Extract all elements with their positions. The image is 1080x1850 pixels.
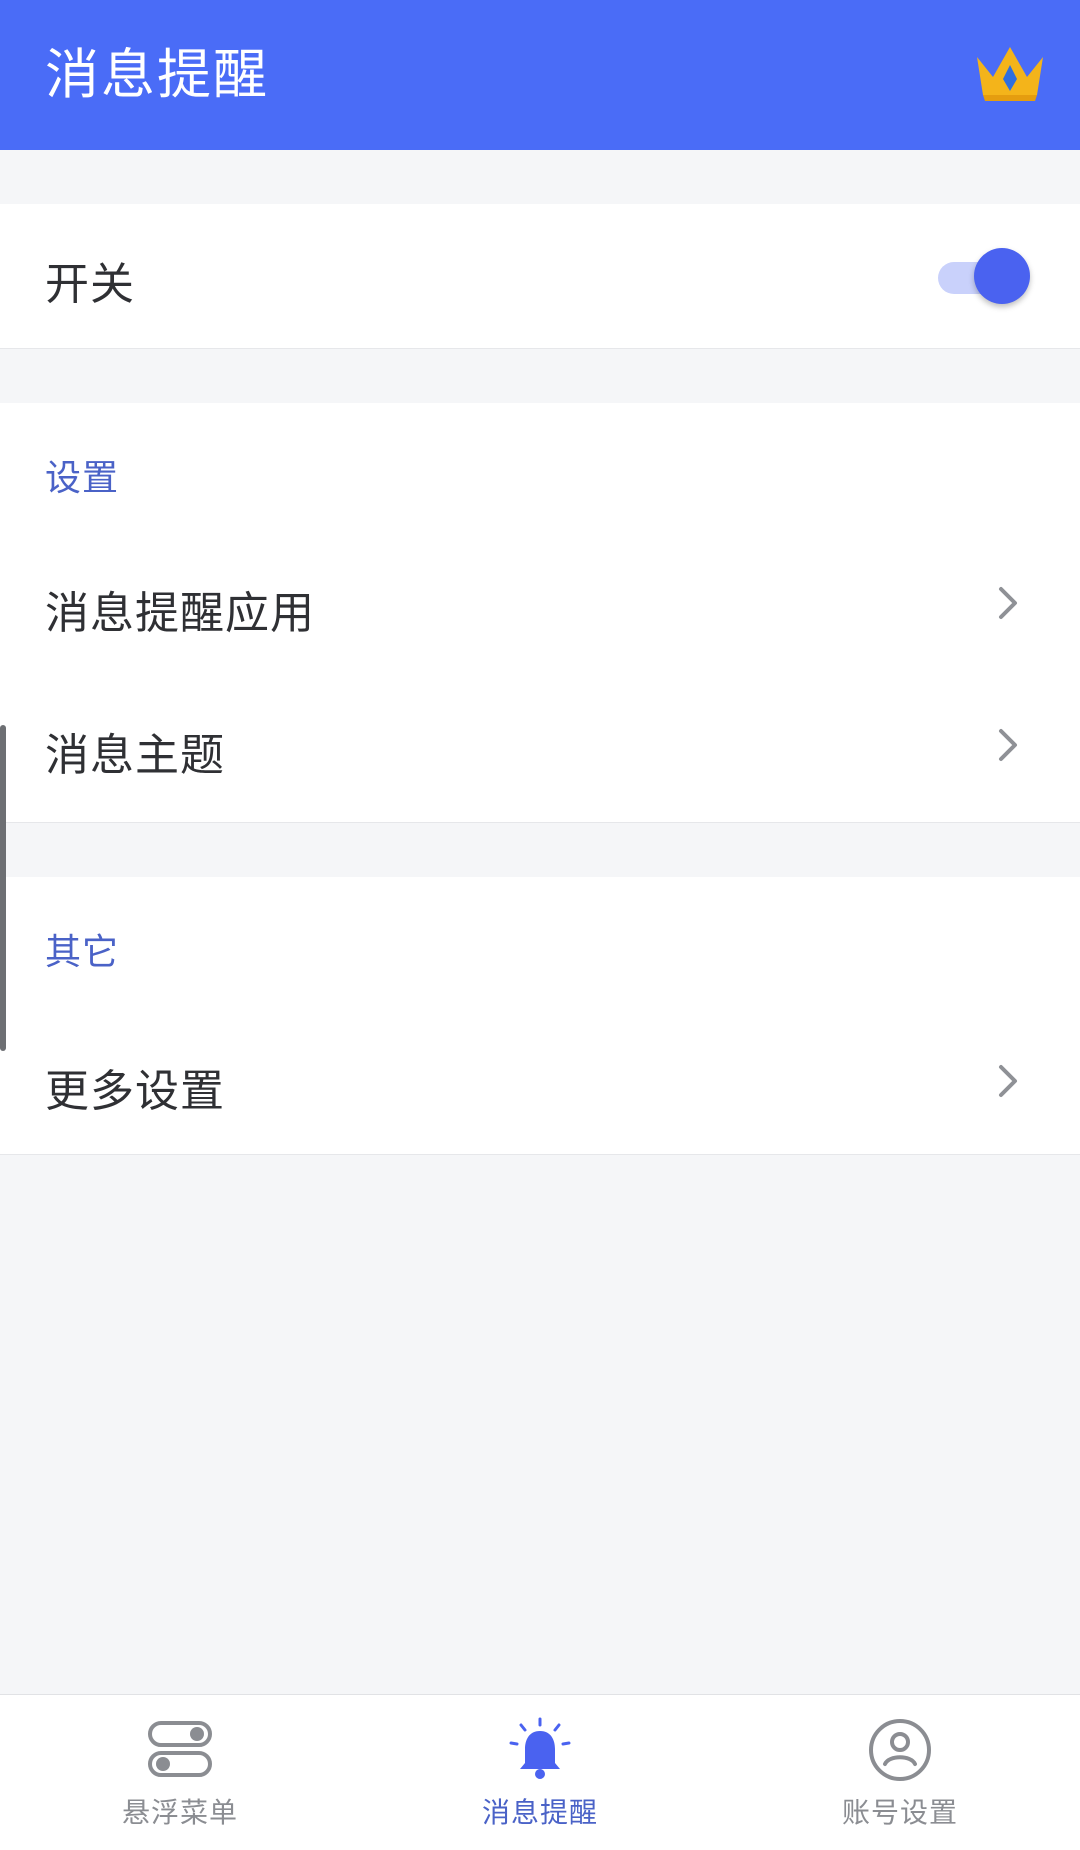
floating-menu-icon — [148, 1721, 212, 1777]
crown-icon[interactable] — [973, 43, 1047, 103]
menu-item-message-theme[interactable]: 消息主题 — [0, 675, 1080, 822]
nav-tab-notifications[interactable]: 消息提醒 — [360, 1695, 720, 1850]
switch-section: 开关 — [0, 204, 1080, 349]
nav-tab-account-settings[interactable]: 账号设置 — [720, 1695, 1080, 1850]
menu-item-label: 消息提醒应用 — [45, 588, 315, 639]
app-header: 消息提醒 — [0, 0, 1080, 150]
switch-label: 开关 — [45, 259, 135, 310]
nav-label: 悬浮菜单 — [121, 1796, 238, 1829]
main-toggle[interactable] — [938, 248, 1030, 304]
account-icon — [869, 1719, 931, 1781]
chevron-right-icon — [999, 1065, 1017, 1097]
section-header-settings: 设置 — [45, 458, 120, 499]
other-section: 其它 更多设置 — [0, 877, 1080, 1155]
chevron-right-icon — [999, 729, 1017, 761]
chevron-right-icon — [999, 587, 1017, 619]
settings-section: 设置 消息提醒应用 消息主题 — [0, 403, 1080, 823]
section-header-other: 其它 — [45, 932, 120, 973]
menu-item-notification-apps[interactable]: 消息提醒应用 — [0, 533, 1080, 675]
toggle-knob — [974, 248, 1030, 304]
nav-label: 消息提醒 — [481, 1796, 598, 1829]
page-title: 消息提醒 — [45, 43, 269, 106]
nav-label: 账号设置 — [841, 1796, 958, 1829]
menu-item-more-settings[interactable]: 更多设置 — [0, 1007, 1080, 1154]
menu-item-label: 消息主题 — [45, 730, 225, 781]
edge-scroll-indicator — [0, 725, 6, 1051]
menu-item-label: 更多设置 — [45, 1066, 225, 1117]
nav-tab-floating-menu[interactable]: 悬浮菜单 — [0, 1695, 360, 1850]
bell-icon — [509, 1717, 571, 1779]
bottom-nav: 悬浮菜单 消息提醒 账号设置 — [0, 1694, 1080, 1850]
